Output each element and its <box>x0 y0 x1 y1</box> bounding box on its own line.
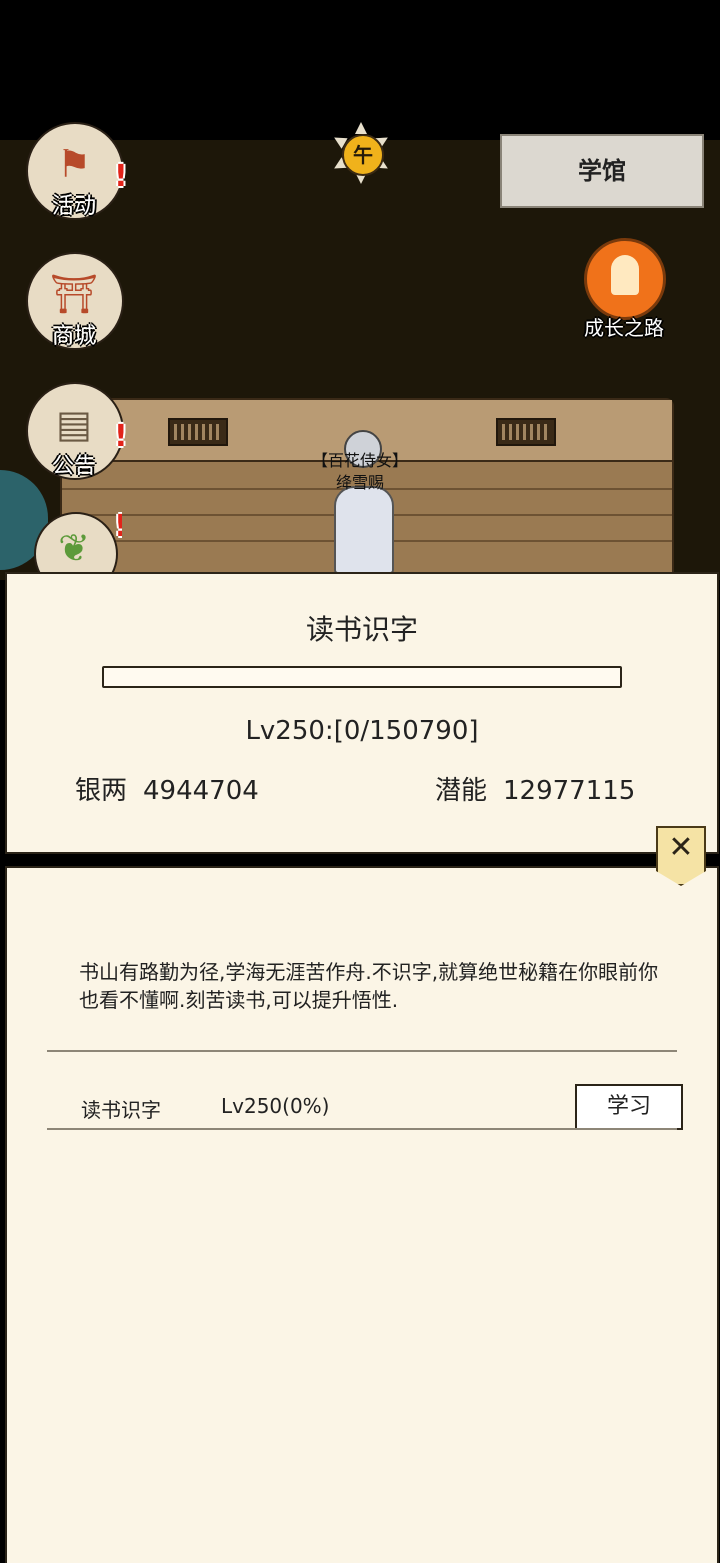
skill-summary-panel: 读书识字 Lv250:[0/150790] 银两 4944704 潜能 129771… <box>5 572 719 854</box>
skill-description: 书山有路勤为径,学海无涯苦作舟.不识字,就算绝世秘籍在你眼前你也看不懂啊.刻苦读… <box>79 960 659 1012</box>
skill-level: Lv250(0%) <box>221 1094 330 1118</box>
time-glyph: 午 <box>342 134 384 176</box>
silver-value: 4944704 <box>143 776 259 806</box>
sun-ray <box>355 122 367 134</box>
notice-label: 公告 <box>51 454 96 479</box>
npc-body <box>334 486 394 574</box>
close-button[interactable]: ✕ <box>656 826 706 886</box>
divider <box>47 1050 677 1052</box>
location-button[interactable]: 学馆 <box>500 134 704 208</box>
tree-button[interactable]: ❦ ! <box>26 512 122 572</box>
tree-icon: ❦ <box>58 526 90 570</box>
level-progress-text: Lv250:[0/150790] <box>245 716 479 746</box>
panel-title: 读书识字 <box>305 613 418 646</box>
activity-button[interactable]: ⚑ ! 活动 <box>26 122 128 220</box>
divider <box>47 1128 677 1130</box>
silver-stat: 银两 4944704 <box>75 770 259 807</box>
growth-icon <box>584 238 666 320</box>
notice-icon: ▤ <box>56 402 92 446</box>
shop-icon: ⛩ <box>49 272 99 316</box>
silver-label: 银两 <box>75 776 128 806</box>
learn-button[interactable]: 学习 <box>575 1084 683 1130</box>
shop-button[interactable]: ⛩ 商城 <box>26 252 124 350</box>
skill-name: 读书识字 <box>81 1098 161 1122</box>
potential-stat: 潜能 12977115 <box>435 770 635 807</box>
npc-nameplate: 【百花侍女】 绛雪赐 <box>300 450 420 494</box>
alert-icon: ! <box>114 512 122 542</box>
npc-title: 【百花侍女】 <box>311 451 408 470</box>
npc-name: 绛雪赐 <box>335 473 384 492</box>
activity-label: 活动 <box>51 194 96 219</box>
notice-button[interactable]: ▤ ! 公告 <box>26 382 128 480</box>
close-icon: ✕ <box>668 830 694 865</box>
window-vent <box>168 418 228 446</box>
skill-detail-panel: 书山有路勤为径,学海无涯苦作舟.不识字,就算绝世秘籍在你眼前你也看不懂啊.刻苦读… <box>5 866 719 1563</box>
potential-label: 潜能 <box>435 776 488 806</box>
potential-value: 12977115 <box>503 776 636 806</box>
flag-icon: ⚑ <box>56 142 92 186</box>
growth-path-button[interactable]: 成长之路 <box>576 238 672 340</box>
time-of-day-indicator[interactable]: 午 <box>330 122 392 184</box>
shop-label: 商城 <box>51 324 96 349</box>
growth-label: 成长之路 <box>584 316 664 340</box>
window-vent <box>496 418 556 446</box>
progress-bar <box>102 666 622 688</box>
